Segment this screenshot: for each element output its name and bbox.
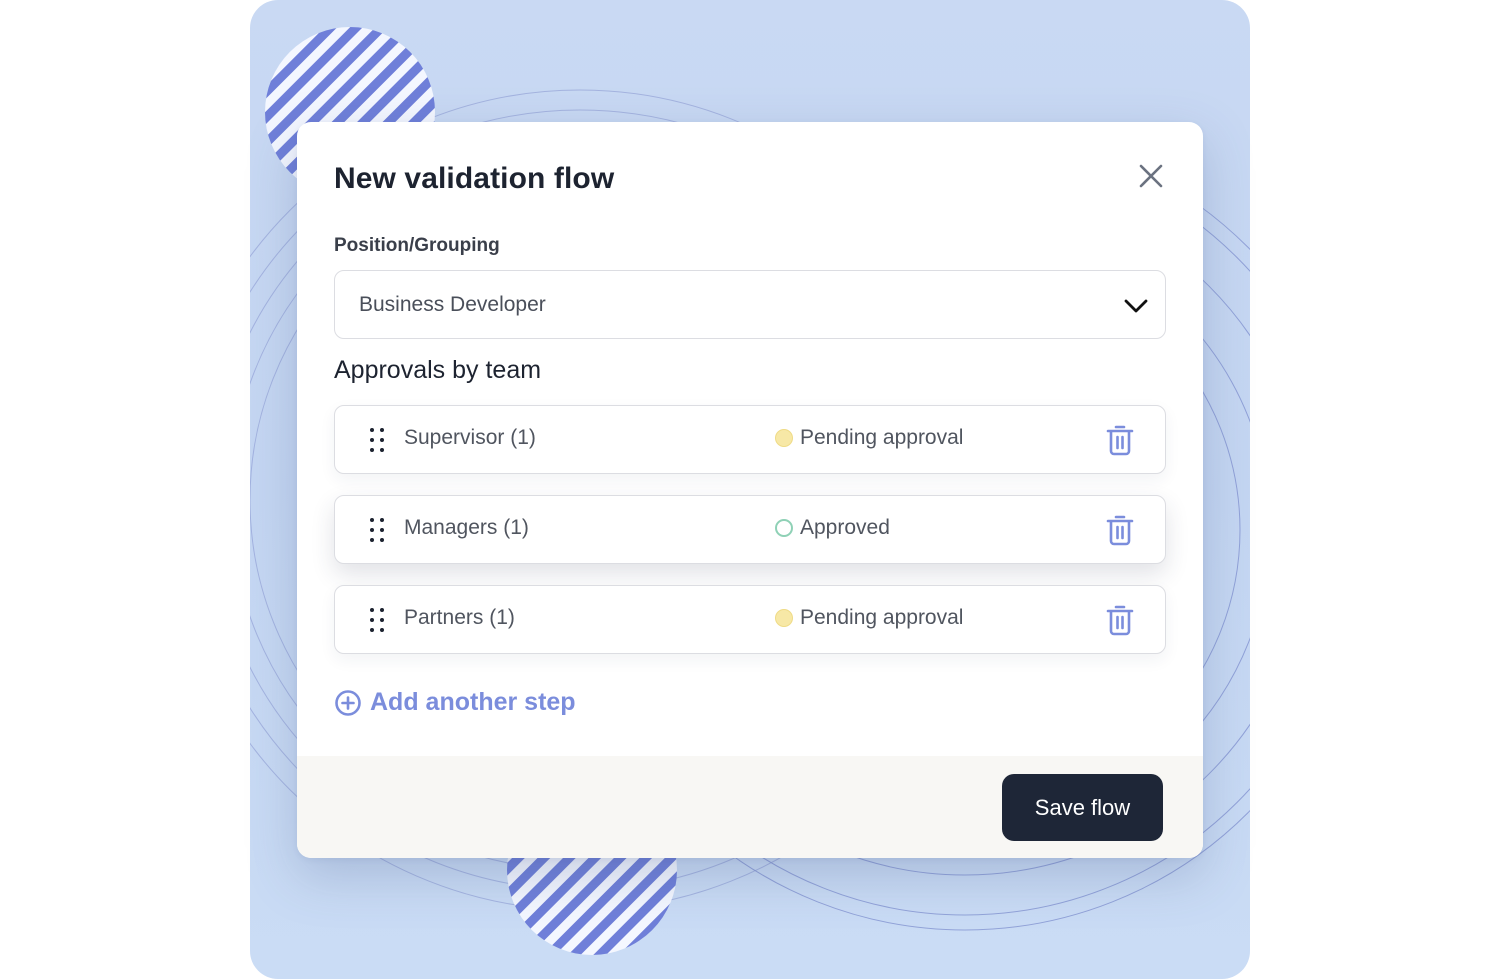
approved-status-dot-icon (775, 519, 793, 537)
status-badge: Approved (775, 516, 890, 540)
approvals-section-title: Approvals by team (334, 356, 542, 384)
approval-step: Managers (1) Approved (334, 495, 1166, 564)
approval-step: Supervisor (1) Pending approval (334, 405, 1166, 474)
approval-step: Partners (1) Pending approval (334, 585, 1166, 654)
status-badge: Pending approval (775, 426, 963, 450)
close-button[interactable] (1135, 160, 1167, 192)
position-grouping-label: Position/Grouping (334, 235, 500, 256)
position-grouping-select[interactable]: Business Developer (334, 270, 1166, 339)
step-name: Managers (1) (404, 516, 529, 539)
save-flow-button[interactable]: Save flow (1002, 774, 1163, 841)
modal-footer: Save flow (297, 756, 1203, 858)
step-name: Partners (1) (404, 606, 515, 629)
add-step-label: Add another step (370, 688, 576, 716)
trash-icon[interactable] (1105, 423, 1135, 457)
drag-handle-icon[interactable] (366, 426, 388, 454)
add-step-button[interactable]: Add another step (334, 688, 576, 717)
status-badge: Pending approval (775, 606, 963, 630)
drag-handle-icon[interactable] (366, 606, 388, 634)
trash-icon[interactable] (1105, 513, 1135, 547)
pending-status-dot-icon (775, 429, 793, 447)
status-text: Pending approval (800, 426, 964, 449)
plus-circle-icon (335, 689, 361, 716)
chevron-down-icon (1124, 299, 1148, 313)
drag-handle-icon[interactable] (366, 516, 388, 544)
validation-flow-modal: New validation flow Position/Grouping Bu… (297, 122, 1203, 858)
select-value: Business Developer (359, 292, 546, 316)
status-text: Approved (800, 516, 890, 539)
status-text: Pending approval (800, 606, 964, 629)
close-icon (1139, 164, 1163, 188)
pending-status-dot-icon (775, 609, 793, 627)
trash-icon[interactable] (1105, 603, 1135, 637)
step-name: Supervisor (1) (404, 426, 536, 449)
modal-title: New validation flow (334, 162, 615, 195)
